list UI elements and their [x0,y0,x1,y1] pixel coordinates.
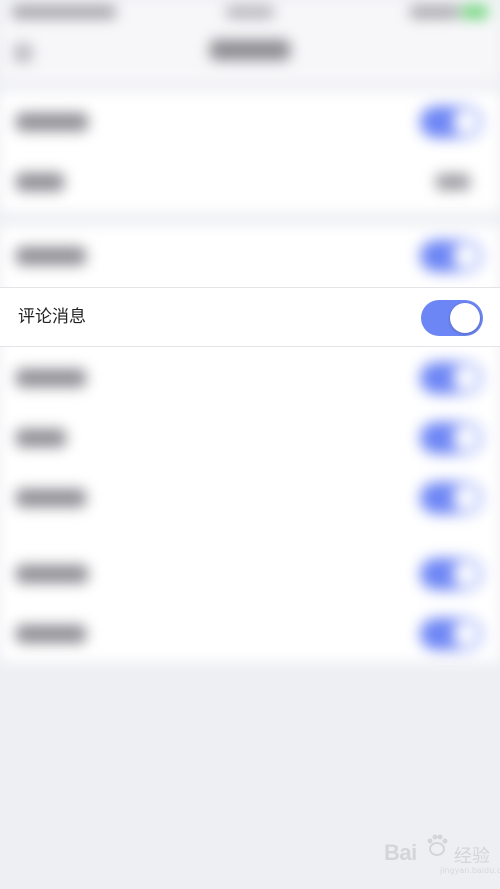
setting-label [16,489,86,507]
setting-label [16,625,86,643]
paw-icon [427,834,448,856]
clock [226,6,274,18]
comment-message-label: 评论消息 [18,307,86,327]
toggle-switch[interactable] [420,558,482,590]
settings-group-3 [0,542,500,662]
toggle-knob [450,303,480,333]
baidu-jingyan-watermark: Bai 经验 jingyan.baidu.com [384,832,500,876]
watermark-url: jingyan.baidu.com [440,866,500,875]
setting-label [16,113,88,131]
notification-settings-screen: 评论消息 Bai 经验 jingyan.baidu.com [0,0,500,889]
setting-label [16,565,88,583]
carrier-indicator [12,6,116,18]
settings-group-1 [0,92,500,212]
back-icon[interactable] [14,44,32,62]
toggle-switch[interactable] [420,362,482,394]
toggle-switch[interactable] [420,482,482,514]
comment-message-row[interactable]: 评论消息 [0,287,500,347]
setting-row[interactable] [0,408,500,468]
nav-bar [0,26,500,82]
setting-row[interactable] [0,468,500,528]
comment-message-toggle[interactable] [421,300,483,336]
signal-indicator [410,6,460,18]
toggle-switch[interactable] [420,240,482,272]
watermark-brand: Bai [384,840,417,865]
watermark-sub: 经验 [454,846,490,867]
setting-label [16,429,66,447]
setting-label [16,247,86,265]
setting-row[interactable] [0,544,500,604]
setting-row[interactable] [0,226,500,286]
page-title [210,40,290,60]
setting-value [436,174,470,190]
setting-label [16,173,64,191]
setting-row[interactable] [0,348,500,408]
setting-row[interactable] [0,604,500,664]
battery-icon [462,6,488,18]
toggle-switch[interactable] [420,106,482,138]
toggle-switch[interactable] [420,618,482,650]
setting-row[interactable] [0,92,500,152]
setting-label [16,369,86,387]
toggle-switch[interactable] [420,422,482,454]
setting-row[interactable] [0,152,500,212]
blurred-background [0,0,500,889]
status-bar [0,0,500,26]
